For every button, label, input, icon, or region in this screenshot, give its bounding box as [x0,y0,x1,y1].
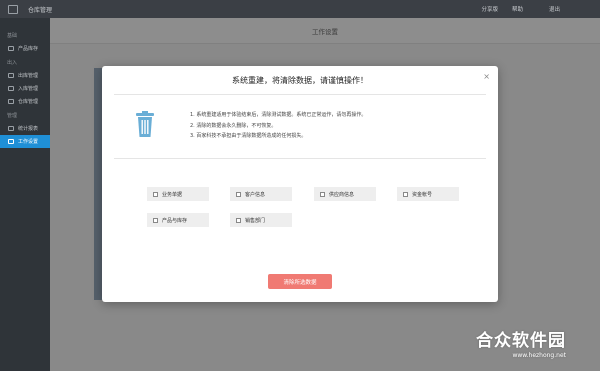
checkbox[interactable] [236,217,241,223]
outbound-icon [8,73,14,78]
divider [114,158,486,159]
title-bar: 仓库管理 分享版 帮助 退出 [0,0,600,18]
checkbox[interactable] [320,191,325,197]
checkbox[interactable] [403,191,408,197]
sidebar-item-label: 入库管理 [18,86,39,92]
checkbox[interactable] [153,191,158,197]
option-label: 销售部门 [245,217,266,224]
sidebar-item-label: 仓库管理 [18,99,39,105]
gear-icon [8,139,14,144]
note-line: 2. 清除的数据会永久删除，不可恢复。 [190,122,277,129]
warehouse-icon [8,99,14,104]
option-label: 产品与库存 [162,217,188,224]
chart-icon [8,126,14,131]
watermark-url: www.hezhong.net [512,352,566,359]
option-products-stock[interactable]: 产品与库存 [147,213,209,227]
option-sales-dept[interactable]: 销售部门 [230,213,292,227]
trash-icon [136,111,154,137]
sidebar-item-settings[interactable]: 工作设置 [0,135,50,148]
sidebar-item-inbound[interactable]: 入库管理 [0,82,50,95]
checkbox[interactable] [153,217,158,223]
menu-item-share[interactable]: 分享版 [481,5,498,13]
option-label: 供应商信息 [329,191,355,198]
sidebar-item-label: 统计报表 [18,126,39,132]
sidebar-item-label: 出库管理 [18,73,39,79]
option-supplier-info[interactable]: 供应商信息 [314,187,376,201]
option-label: 客户信息 [245,191,266,198]
dialog-title: 系统重建，将清除数据，请谨慎操作！ [232,76,368,85]
option-label: 资金帐号 [412,191,433,198]
watermark: 合众软件园 www.hezhong.net [476,326,566,359]
option-business-docs[interactable]: 业务单据 [147,187,209,201]
sidebar-item-reports[interactable]: 统计报表 [0,122,50,135]
rebuild-dialog: 系统重建，将清除数据，请谨慎操作！ × 1. 系统重建适用于体验结束后，清除测试… [102,66,498,302]
checkbox[interactable] [236,191,241,197]
sidebar-item-product-stock[interactable]: 产品库存 [0,42,50,55]
warning-notes: 1. 系统重建适用于体验结束后，清除测试数据。系统已正常运作，请勿再操作。 2.… [190,110,366,142]
sidebar-item-outbound[interactable]: 出库管理 [0,69,50,82]
title-menu: 分享版 帮助 退出 [481,5,560,13]
app-title: 仓库管理 [28,6,53,14]
sidebar-item-label: 产品库存 [18,46,39,52]
note-line: 1. 系统重建适用于体验结束后，清除测试数据。系统已正常运作，请勿再操作。 [190,112,367,118]
divider [114,94,486,95]
clear-selected-button[interactable]: 清除所选数据 [268,274,332,289]
app-logo-icon [8,4,18,14]
sidebar-item-warehouse[interactable]: 仓库管理 [0,95,50,108]
close-icon[interactable]: × [483,72,490,81]
sidebar-item-label: 工作设置 [18,139,39,145]
exit-button[interactable]: 退出 [549,5,560,13]
sidebar: 基础 产品库存 出入 出库管理 入库管理 仓库管理 管理 统计报表 工作设置 [0,18,50,371]
option-label: 业务单据 [162,191,183,198]
sidebar-group-manage: 管理 [7,113,18,119]
sidebar-group-basic: 基础 [7,33,18,39]
option-fund-accounts[interactable]: 资金帐号 [397,187,459,201]
option-customer-info[interactable]: 客户信息 [230,187,292,201]
watermark-brand: 合众软件园 [476,331,566,351]
sidebar-group-inout: 出入 [7,60,18,66]
note-line: 3. 百家科技不承担由于清除数据所造成的任何损失。 [190,133,307,139]
menu-item-help[interactable]: 帮助 [512,5,523,13]
box-icon [8,46,14,51]
inbound-icon [8,86,14,91]
